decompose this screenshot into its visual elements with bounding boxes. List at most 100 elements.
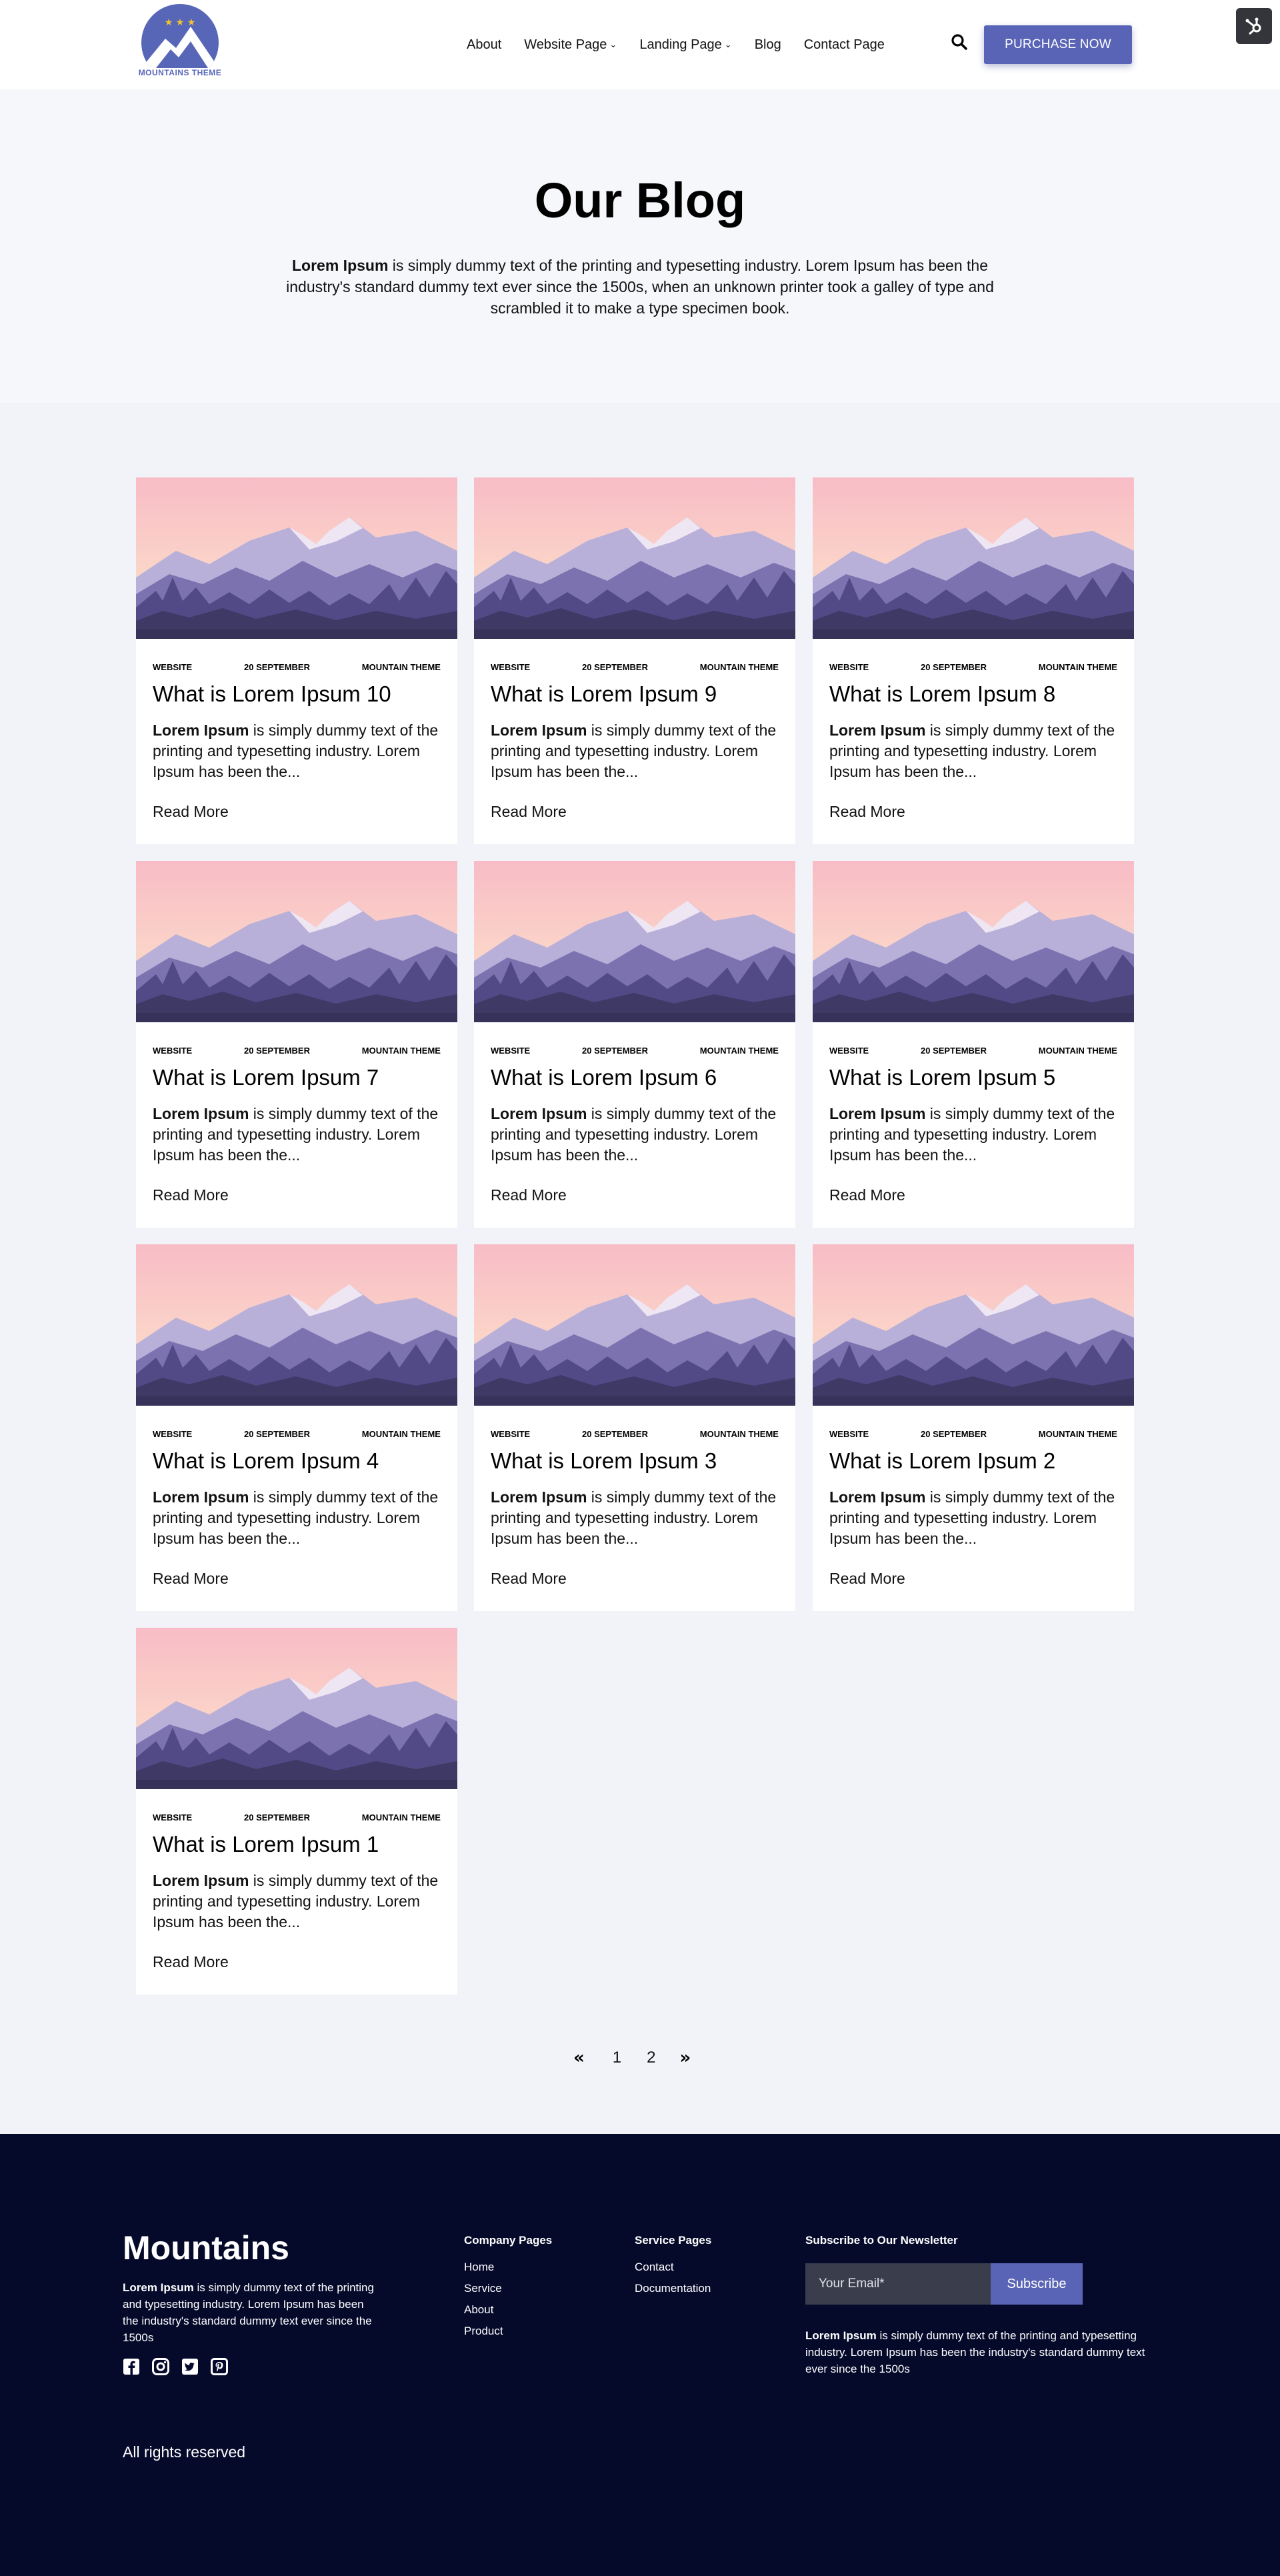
nav-label: Contact Page <box>803 37 885 52</box>
footer-brand[interactable]: Mountains <box>123 2229 289 2267</box>
footer-about: Lorem Ipsum is simply dummy text of the … <box>123 2279 376 2346</box>
nav-about[interactable]: About <box>467 37 501 53</box>
post-thumbnail[interactable] <box>474 861 795 1022</box>
blog-card[interactable]: WEBSITE 20 SEPTEMBER MOUNTAIN THEME What is… <box>136 861 457 1228</box>
post-meta: WEBSITE 20 SEPTEMBER MOUNTAIN THEME <box>491 1429 779 1439</box>
post-title[interactable]: What is Lorem Ipsum 1 <box>153 1832 446 1857</box>
hero-section: Our Blog Lorem Ipsum is simply dummy tex… <box>0 89 1280 403</box>
company-pages-column: Company Pages Home Service About Product <box>464 2234 552 2342</box>
post-category[interactable]: WEBSITE <box>153 1429 192 1439</box>
post-category[interactable]: WEBSITE <box>491 662 530 672</box>
post-thumbnail[interactable] <box>136 1244 457 1406</box>
search-icon[interactable] <box>951 33 968 51</box>
post-title[interactable]: What is Lorem Ipsum 8 <box>829 682 1123 707</box>
post-category[interactable]: WEBSITE <box>491 1046 530 1056</box>
purchase-now-button[interactable]: PURCHASE NOW <box>984 25 1132 64</box>
post-tag[interactable]: MOUNTAIN THEME <box>700 662 779 672</box>
read-more-link[interactable]: Read More <box>153 1186 229 1204</box>
post-title[interactable]: What is Lorem Ipsum 4 <box>153 1448 446 1474</box>
blog-card[interactable]: WEBSITE 20 SEPTEMBER MOUNTAIN THEME What is… <box>813 861 1134 1228</box>
read-more-link[interactable]: Read More <box>491 803 567 821</box>
double-chevron-right-icon[interactable]: » <box>680 2048 691 2068</box>
post-tag[interactable]: MOUNTAIN THEME <box>1039 1046 1117 1056</box>
post-date: 20 SEPTEMBER <box>921 1046 987 1056</box>
post-tag[interactable]: MOUNTAIN THEME <box>700 1429 779 1439</box>
post-thumbnail[interactable] <box>813 477 1134 639</box>
blog-card[interactable]: WEBSITE 20 SEPTEMBER MOUNTAIN THEME What is… <box>813 1244 1134 1611</box>
nav-website-page[interactable]: Website Page ⌄ <box>524 37 617 53</box>
blog-card[interactable]: WEBSITE 20 SEPTEMBER MOUNTAIN THEME What is… <box>474 1244 795 1611</box>
nav-landing-page[interactable]: Landing Page ⌄ <box>639 37 731 53</box>
newsletter-email-input[interactable] <box>805 2263 991 2305</box>
read-more-link[interactable]: Read More <box>153 1953 229 1971</box>
post-title[interactable]: What is Lorem Ipsum 5 <box>829 1065 1123 1090</box>
double-chevron-left-icon[interactable]: « <box>573 2048 585 2068</box>
post-title[interactable]: What is Lorem Ipsum 7 <box>153 1065 446 1090</box>
post-category[interactable]: WEBSITE <box>829 1046 869 1056</box>
post-title[interactable]: What is Lorem Ipsum 2 <box>829 1448 1123 1474</box>
post-thumbnail[interactable] <box>136 861 457 1022</box>
post-meta: WEBSITE 20 SEPTEMBER MOUNTAIN THEME <box>491 1046 779 1056</box>
site-footer: Mountains Lorem Ipsum is simply dummy te… <box>0 2134 1280 2576</box>
blog-section: WEBSITE 20 SEPTEMBER MOUNTAIN THEME What is… <box>0 403 1280 2134</box>
instagram-icon[interactable] <box>152 2358 169 2375</box>
post-tag[interactable]: MOUNTAIN THEME <box>1039 1429 1117 1439</box>
post-tag[interactable]: MOUNTAIN THEME <box>700 1046 779 1056</box>
site-logo[interactable]: ★ ★ ★ MOUNTAINS THEME <box>128 4 232 81</box>
post-title[interactable]: What is Lorem Ipsum 10 <box>153 682 446 707</box>
post-tag[interactable]: MOUNTAIN THEME <box>362 1046 441 1056</box>
post-category[interactable]: WEBSITE <box>829 662 869 672</box>
post-thumbnail[interactable] <box>136 477 457 639</box>
blog-card[interactable]: WEBSITE 20 SEPTEMBER MOUNTAIN THEME What is… <box>474 861 795 1228</box>
post-date: 20 SEPTEMBER <box>244 1429 310 1439</box>
post-thumbnail[interactable] <box>474 1244 795 1406</box>
footer-link-service[interactable]: Service <box>464 2278 552 2299</box>
post-tag[interactable]: MOUNTAIN THEME <box>1039 662 1117 672</box>
read-more-link[interactable]: Read More <box>829 1570 905 1588</box>
post-category[interactable]: WEBSITE <box>153 1812 192 1822</box>
read-more-link[interactable]: Read More <box>829 1186 905 1204</box>
page-1-link[interactable]: 1 <box>613 2049 621 2067</box>
twitter-icon[interactable] <box>181 2358 199 2375</box>
hubspot-icon[interactable] <box>1236 8 1272 44</box>
post-thumbnail[interactable] <box>813 861 1134 1022</box>
post-title[interactable]: What is Lorem Ipsum 3 <box>491 1448 784 1474</box>
read-more-link[interactable]: Read More <box>153 803 229 821</box>
read-more-link[interactable]: Read More <box>153 1570 229 1588</box>
service-pages-title: Service Pages <box>635 2234 712 2247</box>
blog-card[interactable]: WEBSITE 20 SEPTEMBER MOUNTAIN THEME What is… <box>474 477 795 844</box>
footer-link-contact[interactable]: Contact <box>635 2257 711 2278</box>
post-tag[interactable]: MOUNTAIN THEME <box>362 1429 441 1439</box>
post-category[interactable]: WEBSITE <box>829 1429 869 1439</box>
nav-blog[interactable]: Blog <box>755 37 781 53</box>
blog-card[interactable]: WEBSITE 20 SEPTEMBER MOUNTAIN THEME What is… <box>136 1244 457 1611</box>
blog-card[interactable]: WEBSITE 20 SEPTEMBER MOUNTAIN THEME What is… <box>136 477 457 844</box>
post-category[interactable]: WEBSITE <box>491 1429 530 1439</box>
post-title[interactable]: What is Lorem Ipsum 9 <box>491 682 784 707</box>
facebook-icon[interactable] <box>123 2358 140 2375</box>
footer-link-home[interactable]: Home <box>464 2257 552 2278</box>
pinterest-icon[interactable] <box>211 2358 228 2375</box>
post-category[interactable]: WEBSITE <box>153 1046 192 1056</box>
read-more-link[interactable]: Read More <box>491 1570 567 1588</box>
footer-link-documentation[interactable]: Documentation <box>635 2278 711 2299</box>
subscribe-button[interactable]: Subscribe <box>991 2263 1083 2305</box>
post-thumbnail[interactable] <box>813 1244 1134 1406</box>
page-2-link[interactable]: 2 <box>647 2049 655 2067</box>
post-thumbnail[interactable] <box>136 1628 457 1789</box>
post-tag[interactable]: MOUNTAIN THEME <box>362 662 441 672</box>
blog-card[interactable]: WEBSITE 20 SEPTEMBER MOUNTAIN THEME What is… <box>813 477 1134 844</box>
chevron-down-icon: ⌄ <box>609 39 617 49</box>
post-tag[interactable]: MOUNTAIN THEME <box>362 1812 441 1822</box>
post-category[interactable]: WEBSITE <box>153 662 192 672</box>
nav-contact-page[interactable]: Contact Page <box>804 37 885 53</box>
post-title[interactable]: What is Lorem Ipsum 6 <box>491 1065 784 1090</box>
read-more-link[interactable]: Read More <box>829 803 905 821</box>
blog-card[interactable]: WEBSITE 20 SEPTEMBER MOUNTAIN THEME What is… <box>136 1628 457 1995</box>
footer-link-about[interactable]: About <box>464 2299 552 2321</box>
post-excerpt: Lorem Ipsum is simply dummy text of the … <box>153 1487 446 1549</box>
read-more-link[interactable]: Read More <box>491 1186 567 1204</box>
footer-link-product[interactable]: Product <box>464 2321 552 2342</box>
post-thumbnail[interactable] <box>474 477 795 639</box>
post-excerpt-bold: Lorem Ipsum <box>153 1105 249 1122</box>
